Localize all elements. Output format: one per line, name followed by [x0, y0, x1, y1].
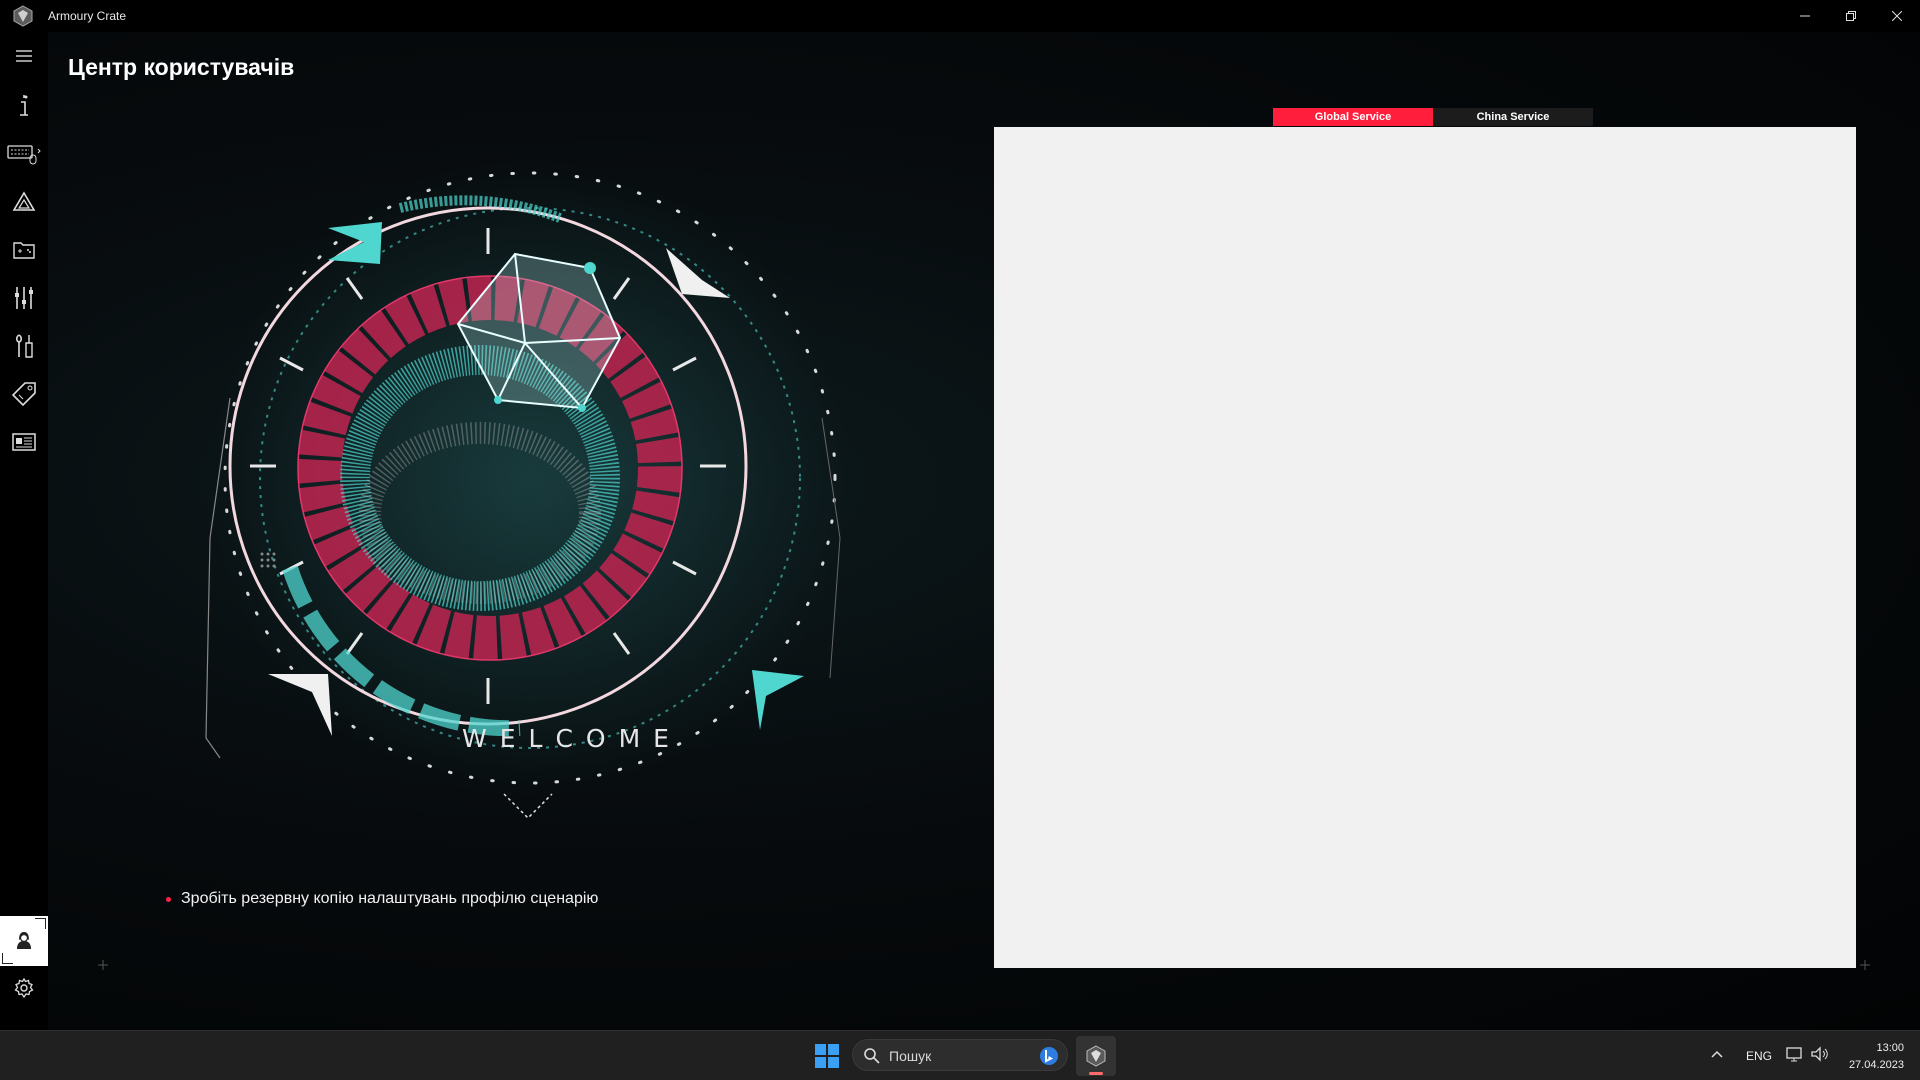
taskbar: Пошук ENG 13:00 27.04.2023 — [0, 1030, 1920, 1080]
sidebar-item-device[interactable] — [0, 86, 48, 126]
bing-icon — [1040, 1047, 1058, 1065]
restore-icon — [1846, 11, 1856, 21]
game-library-icon — [13, 242, 35, 259]
deals-icon — [11, 382, 36, 407]
bullet-icon — [166, 896, 171, 902]
running-indicator — [1089, 1072, 1103, 1075]
close-button[interactable] — [1874, 0, 1920, 32]
search-placeholder: Пошук — [889, 1048, 932, 1064]
sidebar-menu-button[interactable] — [0, 36, 48, 76]
sidebar-item-user-center[interactable] — [0, 916, 48, 966]
clock-date[interactable]: 27.04.2023 — [1838, 1059, 1904, 1071]
corner-mark-right — [1860, 960, 1870, 970]
sidebar — [0, 32, 48, 1030]
sidebar-settings-button[interactable] — [0, 968, 48, 1008]
network-icon[interactable] — [1785, 1045, 1803, 1063]
windows-start-icon[interactable] — [814, 1043, 840, 1069]
news-icon — [12, 433, 36, 451]
volume-icon[interactable] — [1810, 1045, 1830, 1063]
taskbar-search[interactable]: Пошук — [852, 1039, 1068, 1071]
restore-button[interactable] — [1828, 0, 1874, 32]
language-indicator[interactable]: ENG — [1746, 1049, 1772, 1063]
tools-icon — [15, 334, 33, 358]
backup-tip: Зробіть резервну копію налаштувань профі… — [166, 890, 598, 908]
aura-sync-icon — [12, 191, 36, 211]
sidebar-item-deals[interactable] — [0, 374, 48, 414]
corner-mark-left — [98, 960, 108, 970]
page-title: Центр користувачів — [68, 54, 295, 80]
sidebar-item-aura[interactable] — [0, 182, 48, 222]
gear-icon — [14, 977, 34, 999]
app-title: Armoury Crate — [48, 9, 127, 23]
chevron-up-icon[interactable] — [1710, 1047, 1724, 1061]
minimize-icon — [1800, 15, 1810, 17]
welcome-text: WELCOME — [462, 724, 682, 753]
clock-time[interactable]: 13:00 — [1860, 1042, 1904, 1054]
minimize-button[interactable] — [1782, 0, 1828, 32]
scenario-profiles-icon — [15, 287, 33, 309]
tab-global-service[interactable]: Global Service — [1273, 108, 1433, 126]
backup-tip-text: Зробіть резервну копію налаштувань профі… — [181, 890, 599, 907]
title-bar: Armoury Crate — [0, 0, 1920, 32]
search-icon — [864, 1048, 880, 1064]
menu-icon — [16, 50, 32, 62]
sidebar-item-keyboard[interactable] — [0, 134, 48, 174]
sidebar-item-game-library[interactable] — [0, 230, 48, 270]
welcome-illustration — [205, 158, 850, 820]
tab-china-service[interactable]: China Service — [1433, 108, 1593, 126]
login-panel[interactable] — [994, 127, 1856, 968]
taskbar-armoury-crate[interactable] — [1076, 1036, 1116, 1076]
main-content: Центр користувачів WELCOME Зробіть резер… — [48, 32, 1920, 1030]
service-tabs: Global Service China Service — [1273, 108, 1593, 126]
device-info-icon — [20, 95, 28, 116]
keyboard-icon — [7, 145, 41, 165]
sidebar-item-scenario-profiles[interactable] — [0, 278, 48, 318]
close-icon — [1892, 11, 1902, 21]
sidebar-item-tools[interactable] — [0, 326, 48, 366]
armoury-crate-logo-icon — [13, 5, 33, 27]
armoury-crate-icon — [1086, 1045, 1106, 1067]
user-icon — [17, 932, 31, 949]
sidebar-item-news[interactable] — [0, 422, 48, 462]
